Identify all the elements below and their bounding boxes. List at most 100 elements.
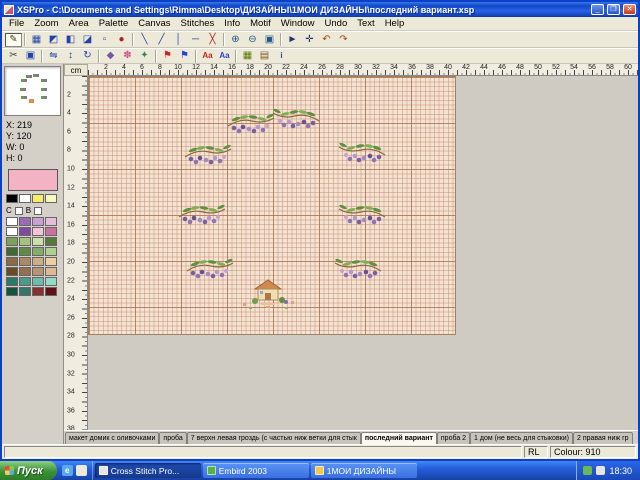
palette-swatch[interactable]	[19, 227, 31, 236]
quarter-stitch-icon[interactable]: ◧	[62, 33, 79, 47]
palette-swatch[interactable]	[19, 237, 31, 246]
close-button[interactable]: ✕	[623, 4, 636, 15]
pattern-tab-1[interactable]: проба	[159, 432, 186, 444]
palette-swatch[interactable]	[19, 287, 31, 296]
menu-stitches[interactable]: Stitches	[175, 18, 219, 29]
palette-swatch[interactable]	[6, 247, 18, 256]
palette-swatch[interactable]	[45, 267, 57, 276]
pattern-tab-0[interactable]: макет домик с оливочками	[65, 432, 159, 444]
motif-flower-icon[interactable]: ✽	[119, 49, 136, 63]
palette-swatch[interactable]	[45, 227, 57, 236]
flag-blue-icon[interactable]: ⚑	[176, 49, 193, 63]
stitch-grid[interactable]	[88, 76, 456, 335]
backstitch-vertical-icon[interactable]: │	[170, 33, 187, 47]
text-red-icon[interactable]: Aa	[199, 49, 216, 63]
palette-toggle-icon[interactable]: ▤	[256, 49, 273, 63]
menu-palette[interactable]: Palette	[94, 18, 134, 29]
palette-swatch[interactable]	[6, 217, 18, 226]
move-tool-icon[interactable]: ✛	[301, 33, 318, 47]
quick-color-swatch[interactable]	[32, 194, 44, 203]
maximize-button[interactable]: ❐	[607, 4, 620, 15]
petite-stitch-icon[interactable]: ▫	[96, 33, 113, 47]
quick-color-swatch[interactable]	[6, 194, 18, 203]
palette-swatch[interactable]	[45, 287, 57, 296]
palette-swatch[interactable]	[32, 237, 44, 246]
info-tool-icon[interactable]: i	[273, 49, 290, 63]
menu-help[interactable]: Help	[380, 18, 410, 29]
full-stitch-icon[interactable]: ▦	[28, 33, 45, 47]
palette-swatch[interactable]	[45, 237, 57, 246]
tray-icon-2[interactable]	[596, 466, 605, 475]
pattern-preview[interactable]	[4, 66, 61, 116]
palette-swatch[interactable]	[6, 277, 18, 286]
palette-swatch[interactable]	[45, 217, 57, 226]
palette-swatch[interactable]	[32, 227, 44, 236]
long-stitch-icon[interactable]: ╳	[204, 33, 221, 47]
quick-launch-browser-icon[interactable]: e	[62, 465, 73, 476]
menu-info[interactable]: Info	[219, 18, 245, 29]
pattern-tab-4[interactable]: проба 2	[437, 432, 470, 444]
grid-toggle-icon[interactable]: ▦	[239, 49, 256, 63]
pattern-tab-6[interactable]: 2 правая ниж гр	[573, 432, 633, 444]
palette-swatch[interactable]	[19, 267, 31, 276]
pattern-tab-2[interactable]: 7 верхн левая гроздь (с частью ниж ветки…	[187, 432, 361, 444]
palette-swatch[interactable]	[45, 247, 57, 256]
undo-arrow-icon[interactable]: ↶	[318, 33, 335, 47]
minimize-button[interactable]: _	[591, 4, 604, 15]
task-button-2[interactable]: 1МОИ ДИЗАЙНЫ	[311, 463, 417, 478]
text-blue-icon[interactable]: Aa	[216, 49, 233, 63]
flag-red-icon[interactable]: ⚑	[159, 49, 176, 63]
backstitch-horizontal-icon[interactable]: ─	[187, 33, 204, 47]
motif-star-icon[interactable]: ✦	[136, 49, 153, 63]
menu-area[interactable]: Area	[64, 18, 94, 29]
quick-color-swatch[interactable]	[19, 194, 31, 203]
palette-swatch[interactable]	[6, 237, 18, 246]
zoom-fit-icon[interactable]: ▣	[261, 33, 278, 47]
palette-swatch[interactable]	[32, 257, 44, 266]
select-arrow-icon[interactable]: ►	[284, 33, 301, 47]
palette-swatch[interactable]	[45, 257, 57, 266]
palette-swatch[interactable]	[6, 287, 18, 296]
three-quarter-stitch-icon[interactable]: ◪	[79, 33, 96, 47]
palette-swatch[interactable]	[32, 217, 44, 226]
flag-b-checkbox[interactable]	[34, 207, 42, 215]
palette-swatch[interactable]	[6, 257, 18, 266]
half-stitch-icon[interactable]: ◩	[45, 33, 62, 47]
palette-swatch[interactable]	[19, 247, 31, 256]
menu-window[interactable]: Window	[276, 18, 320, 29]
pencil-tool-icon[interactable]: ✎	[5, 33, 22, 47]
flag-c-checkbox[interactable]	[15, 207, 23, 215]
tray-icon-1[interactable]	[583, 466, 592, 475]
cut-tool-icon[interactable]: ✂	[5, 49, 22, 63]
mirror-vertical-icon[interactable]: ↕	[62, 49, 79, 63]
start-button[interactable]: Пуск	[0, 461, 57, 480]
current-color-swatch[interactable]	[8, 169, 58, 191]
motif-diamond-icon[interactable]: ◆	[102, 49, 119, 63]
quick-launch-desktop-icon[interactable]	[76, 465, 87, 476]
design-canvas[interactable]	[88, 76, 638, 430]
pattern-tab-3[interactable]: последний вариант	[361, 432, 437, 444]
menu-motif[interactable]: Motif	[245, 18, 276, 29]
backstitch-ne-icon[interactable]: ╱	[153, 33, 170, 47]
palette-swatch[interactable]	[32, 287, 44, 296]
palette-swatch[interactable]	[19, 217, 31, 226]
task-button-0[interactable]: Cross Stitch Pro...	[95, 463, 201, 478]
mirror-horizontal-icon[interactable]: ⇋	[45, 49, 62, 63]
menu-undo[interactable]: Undo	[320, 18, 353, 29]
redo-arrow-icon[interactable]: ↷	[335, 33, 352, 47]
menu-text[interactable]: Text	[352, 18, 379, 29]
menu-zoom[interactable]: Zoom	[29, 18, 63, 29]
palette-swatch[interactable]	[19, 277, 31, 286]
palette-swatch[interactable]	[6, 227, 18, 236]
palette-swatch[interactable]	[45, 277, 57, 286]
rotate-tool-icon[interactable]: ↻	[79, 49, 96, 63]
zoom-in-icon[interactable]: ⊕	[227, 33, 244, 47]
menu-canvas[interactable]: Canvas	[133, 18, 175, 29]
menu-file[interactable]: File	[4, 18, 29, 29]
palette-swatch[interactable]	[19, 257, 31, 266]
french-knot-icon[interactable]: ●	[113, 33, 130, 47]
pattern-tab-5[interactable]: 1 дом (не весь для стыковки)	[470, 432, 573, 444]
palette-swatch[interactable]	[6, 267, 18, 276]
palette-swatch[interactable]	[32, 267, 44, 276]
quick-color-swatch[interactable]	[45, 194, 57, 203]
